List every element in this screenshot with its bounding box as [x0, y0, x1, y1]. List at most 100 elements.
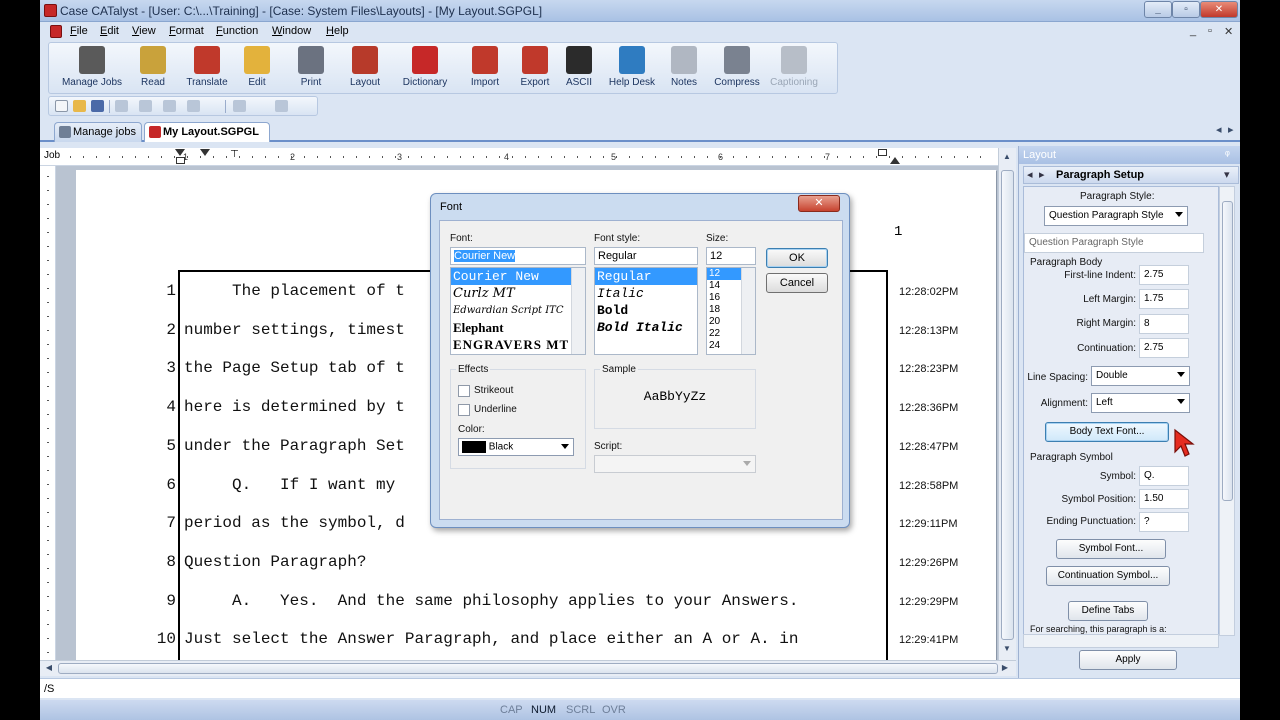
compress-button[interactable]: Compress	[711, 46, 763, 92]
document-horizontal-scrollbar[interactable]: ◀ ▶	[40, 660, 1016, 676]
font-option[interactable]: ENGRAVERS MT	[451, 336, 585, 353]
line-spacing-select[interactable]: Double	[1091, 366, 1190, 386]
ok-button[interactable]: OK	[766, 248, 828, 268]
panel-horizontal-scrollbar[interactable]	[1023, 634, 1219, 648]
scroll-thumb[interactable]	[58, 663, 998, 674]
new-file-icon[interactable]	[55, 100, 68, 112]
font-name-input[interactable]: Courier New	[450, 247, 586, 265]
restore-button[interactable]: ▫	[1172, 1, 1200, 18]
transcript-line[interactable]: here is determined by t	[184, 398, 405, 416]
script-select[interactable]	[594, 455, 756, 473]
captioning-button[interactable]: Captioning	[765, 46, 823, 92]
font-option[interactable]: Edwardian Script ITC	[451, 302, 585, 319]
define-tabs-button[interactable]: Define Tabs	[1068, 601, 1148, 621]
menu-window[interactable]: Window	[272, 25, 311, 37]
transcript-line[interactable]: under the Paragraph Set	[184, 437, 405, 455]
size-input[interactable]: 12	[706, 247, 756, 265]
first-line-indent-field[interactable]: 2.75	[1139, 265, 1189, 285]
transcript-line[interactable]: Just select the Answer Paragraph, and pl…	[184, 630, 799, 648]
notes-button[interactable]: Notes	[663, 46, 705, 92]
transcript-line[interactable]: The placement of t	[184, 282, 405, 300]
transcript-line[interactable]: Question Paragraph?	[184, 553, 366, 571]
scroll-left-icon[interactable]: ◀	[42, 661, 56, 675]
font-option[interactable]: Courier New	[451, 268, 585, 285]
document-vertical-scrollbar[interactable]: ▲ ▼	[998, 148, 1016, 660]
scroll-thumb[interactable]	[1222, 201, 1233, 501]
dictionary-button[interactable]: Dictionary	[395, 46, 455, 92]
symbol-position-field[interactable]: 1.50	[1139, 489, 1189, 509]
panel-vertical-scrollbar[interactable]	[1219, 186, 1235, 636]
left-margin-marker-icon[interactable]	[176, 157, 185, 164]
command-line[interactable]: /S	[40, 678, 1240, 698]
ascii-button[interactable]: ASCII	[559, 46, 599, 92]
print-button[interactable]: Print	[287, 46, 335, 92]
cut-icon[interactable]	[139, 100, 152, 112]
tab-stop-marker-icon[interactable]: ⊤	[230, 149, 239, 160]
mdi-restore-button[interactable]: ▫	[1208, 25, 1212, 37]
tab-manage-jobs[interactable]: Manage jobs	[54, 122, 142, 142]
copy-icon[interactable]	[163, 100, 176, 112]
size-list[interactable]: 12 14 16 18 20 22 24	[706, 267, 756, 355]
transcript-line[interactable]: period as the symbol, d	[184, 514, 405, 532]
font-style-option[interactable]: Italic	[595, 285, 697, 302]
layout-button[interactable]: Layout	[341, 46, 389, 92]
translate-button[interactable]: Translate	[179, 46, 235, 92]
symbol-font-button[interactable]: Symbol Font...	[1056, 539, 1166, 559]
alignment-select[interactable]: Left	[1091, 393, 1190, 413]
symbol-field[interactable]: Q.	[1139, 466, 1189, 486]
font-style-list[interactable]: Regular Italic Bold Bold Italic	[594, 267, 698, 355]
menu-file[interactable]: File	[70, 25, 88, 37]
scroll-up-icon[interactable]: ▲	[1000, 150, 1014, 164]
right-margin-field[interactable]: 8	[1139, 314, 1189, 334]
strikeout-checkbox[interactable]	[458, 385, 470, 397]
tab-my-layout[interactable]: My Layout.SGPGL	[144, 122, 270, 142]
redo-icon[interactable]	[275, 100, 288, 112]
transcript-line[interactable]: A. Yes. And the same philosophy applies …	[184, 592, 799, 610]
paste-icon[interactable]	[187, 100, 200, 112]
help-desk-button[interactable]: Help Desk	[603, 46, 661, 92]
open-folder-icon[interactable]	[73, 100, 86, 112]
font-style-input[interactable]: Regular	[594, 247, 698, 265]
pin-icon[interactable]: ᵠ	[1225, 146, 1230, 164]
first-indent-marker-icon[interactable]	[175, 149, 185, 156]
transcript-line[interactable]: Q. If I want my	[184, 476, 395, 494]
minimize-button[interactable]: _	[1144, 1, 1172, 18]
ending-punctuation-field[interactable]: ?	[1139, 512, 1189, 532]
left-margin-field[interactable]: 1.75	[1139, 289, 1189, 309]
font-style-option[interactable]: Regular	[595, 268, 697, 285]
apply-button[interactable]: Apply	[1079, 650, 1177, 670]
underline-checkbox[interactable]	[458, 404, 470, 416]
color-select[interactable]: Black	[458, 438, 574, 456]
tab-scroll-left-icon[interactable]: ◂	[1216, 123, 1222, 136]
close-window-button[interactable]: ✕	[1200, 1, 1238, 18]
scroll-down-icon[interactable]: ▼	[1000, 642, 1014, 656]
font-style-option[interactable]: Bold Italic	[595, 319, 697, 336]
menu-format[interactable]: Format	[169, 25, 204, 37]
body-text-font-button[interactable]: Body Text Font...	[1045, 422, 1169, 442]
import-button[interactable]: Import	[461, 46, 509, 92]
mdi-minimize-button[interactable]: _	[1190, 25, 1196, 37]
tab-scroll-right-icon[interactable]: ▸	[1228, 123, 1234, 136]
scroll-thumb[interactable]	[1001, 170, 1014, 640]
paragraph-style-select[interactable]: Question Paragraph Style	[1044, 206, 1188, 226]
hanging-indent-marker-icon[interactable]	[200, 149, 210, 156]
panel-dropdown-icon[interactable]: ▾	[1224, 167, 1230, 183]
continuation-symbol-button[interactable]: Continuation Symbol...	[1046, 566, 1170, 586]
font-list[interactable]: Courier New Curlz MT Edwardian Script IT…	[450, 267, 586, 355]
cancel-button[interactable]: Cancel	[766, 273, 828, 293]
manage-jobs-button[interactable]: Manage Jobs	[57, 46, 127, 92]
edit-button[interactable]: Edit	[235, 46, 279, 92]
save-icon[interactable]	[91, 100, 104, 112]
forward-arrow-icon[interactable]: ▸	[1039, 167, 1045, 183]
back-arrow-icon[interactable]: ◂	[1027, 167, 1033, 183]
read-button[interactable]: Read	[127, 46, 179, 92]
menu-function[interactable]: Function	[216, 25, 258, 37]
horizontal-ruler[interactable]: Job 1 2 3 4 5 6 7 ⊤	[40, 148, 1016, 166]
undo-icon[interactable]	[233, 100, 246, 112]
font-style-option[interactable]: Bold	[595, 302, 697, 319]
menu-view[interactable]: View	[132, 25, 156, 37]
export-button[interactable]: Export	[511, 46, 559, 92]
font-list-scrollbar[interactable]	[571, 268, 585, 354]
menu-help[interactable]: Help	[326, 25, 349, 37]
transcript-line[interactable]: number settings, timest	[184, 321, 405, 339]
